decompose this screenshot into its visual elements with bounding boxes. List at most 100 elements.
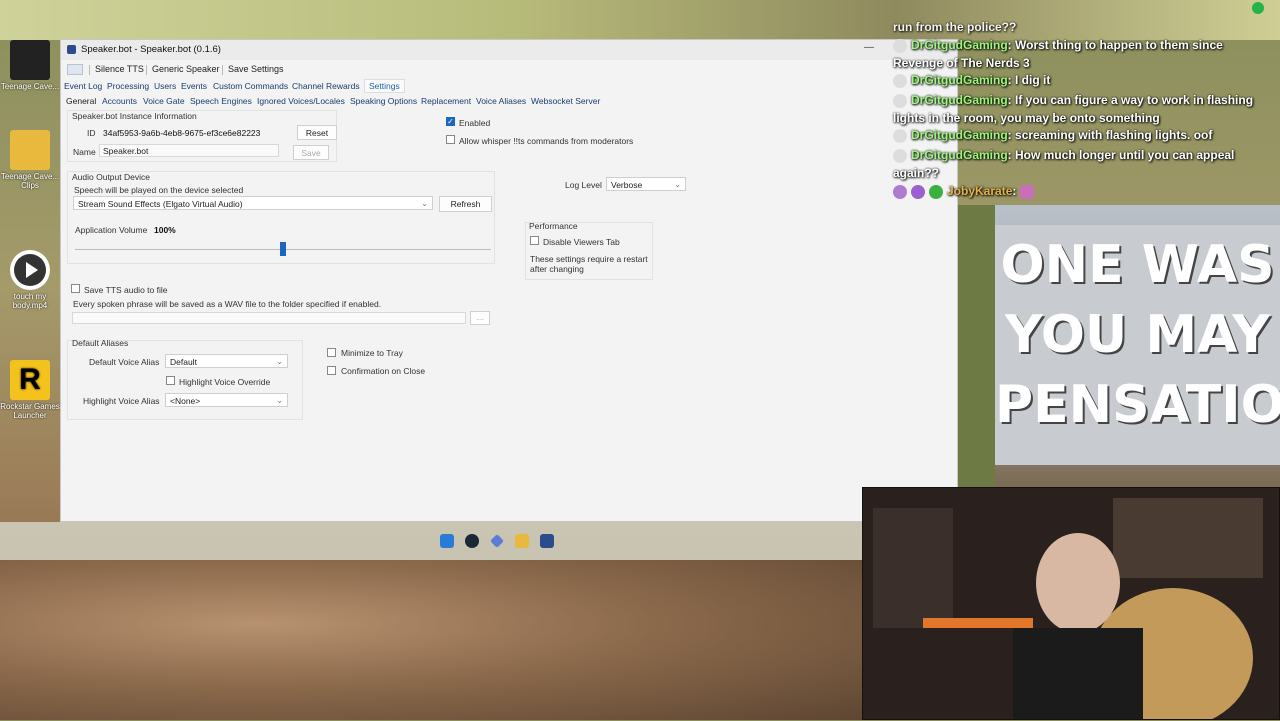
chat-username: DrGitgudGaming — [911, 93, 1008, 107]
chat-message: DrGitgudGaming: If you can figure a way … — [893, 93, 1254, 125]
disable-viewers-label: Disable Viewers Tab — [543, 237, 620, 247]
generic-speaker-button[interactable]: Generic Speaker — [152, 64, 220, 74]
audio-device-value: Stream Sound Effects (Elgato Virtual Aud… — [78, 199, 243, 209]
speakerbot-taskbar-icon[interactable] — [540, 534, 554, 548]
folder-icon — [10, 130, 50, 170]
start-icon[interactable] — [440, 534, 454, 548]
audio-device-select[interactable]: Stream Sound Effects (Elgato Virtual Aud… — [73, 196, 433, 210]
id-label: ID — [87, 128, 96, 138]
minimize-tray-label: Minimize to Tray — [341, 348, 403, 358]
save-tts-label: Save TTS audio to file — [84, 285, 168, 295]
save-tts-checkbox[interactable] — [71, 284, 80, 293]
log-level-label: Log Level — [565, 180, 602, 190]
tab-channel-rewards[interactable]: Channel Rewards — [292, 81, 360, 91]
save-tts-folder-input[interactable] — [72, 312, 466, 324]
performance-note: These settings require a restart after c… — [530, 254, 648, 274]
highlight-alias-label: Highlight Voice Alias — [83, 396, 160, 406]
highlight-override-checkbox[interactable] — [166, 376, 175, 385]
subtab-websocket-server[interactable]: Websocket Server — [531, 96, 600, 106]
billboard-line: YOU MAY — [1004, 305, 1270, 365]
browse-button[interactable]: ... — [470, 311, 490, 325]
billboard-line: ONE WAS — [1000, 235, 1275, 295]
mod-badge-icon — [929, 184, 943, 199]
audio-output-description: Speech will be played on the device sele… — [74, 185, 244, 195]
speakerbot-icon — [67, 45, 76, 54]
desktop-icon-mp4[interactable]: touch my body.mp4 — [0, 250, 60, 310]
menu-icon[interactable] — [67, 64, 83, 75]
toolbar: Silence TTS Generic Speaker Save Setting… — [61, 61, 957, 77]
confirm-close-checkbox[interactable] — [327, 366, 336, 375]
tab-custom-commands[interactable]: Custom Commands — [213, 81, 288, 91]
toolbar-divider — [222, 65, 223, 75]
scene-strip — [957, 205, 995, 487]
refresh-button[interactable]: Refresh — [439, 196, 492, 212]
speakerbot-window: Speaker.bot - Speaker.bot (0.1.6) — Sile… — [60, 39, 958, 522]
window-title: Speaker.bot - Speaker.bot (0.1.6) — [81, 44, 221, 55]
highlight-override-label: Highlight Voice Override — [179, 377, 271, 387]
billboard-line: PENSATION — [995, 375, 1280, 435]
video-thumbnail-icon — [10, 40, 50, 80]
chat-username: DrGitgudGaming — [911, 38, 1008, 52]
chat-message: DrGitgudGaming: I dig it — [893, 72, 1273, 90]
desktop-icon-folder[interactable]: Teenage Cave... Clips — [0, 130, 60, 190]
default-voice-select[interactable]: Default ⌄ — [165, 354, 288, 368]
chat-text: screaming with flashing lights. oof — [1015, 128, 1213, 142]
reset-button[interactable]: Reset — [297, 125, 337, 140]
volume-value: 100% — [154, 225, 176, 235]
play-icon — [10, 250, 50, 290]
steam-icon[interactable] — [465, 534, 479, 548]
tab-processing[interactable]: Processing — [107, 81, 149, 91]
user-badge-icon — [893, 93, 907, 108]
subtab-speech-engines[interactable]: Speech Engines — [190, 96, 252, 106]
user-badge-icon — [893, 184, 907, 199]
id-value: 34af5953-9a6b-4eb8-9675-ef3ce6e82223 — [103, 128, 261, 138]
name-input[interactable]: Speaker.bot — [99, 144, 279, 157]
default-voice-label: Default Voice Alias — [89, 357, 160, 367]
file-explorer-icon[interactable] — [515, 534, 529, 548]
chat-message: DrGitgudGaming: Worst thing to happen to… — [893, 38, 1223, 70]
allow-whisper-label: Allow whisper !!ts commands from moderat… — [459, 136, 634, 146]
chevron-down-icon: ⌄ — [276, 357, 283, 366]
save-settings-button[interactable]: Save Settings — [228, 64, 284, 74]
highlight-alias-select[interactable]: <None> ⌄ — [165, 393, 288, 407]
desktop-icon-label: Teenage Cave... Clips — [0, 172, 60, 190]
chat-partial-line: run from the police?? — [893, 20, 1017, 34]
default-aliases-heading: Default Aliases — [72, 338, 129, 348]
desktop-icon-label: Teenage Cave... — [0, 82, 60, 91]
enabled-checkbox[interactable]: ✓ — [446, 117, 455, 126]
default-voice-value: Default — [170, 357, 197, 367]
user-badge-icon — [893, 148, 907, 163]
tab-users[interactable]: Users — [154, 81, 176, 91]
save-button[interactable]: Save — [293, 145, 329, 160]
toolbar-divider — [146, 65, 147, 75]
disable-viewers-checkbox[interactable] — [530, 236, 539, 245]
chat-message: DrGitgudGaming: screaming with flashing … — [893, 127, 1273, 145]
subtab-speaking-options[interactable]: Speaking Options — [350, 96, 417, 106]
volume-slider-thumb[interactable] — [280, 242, 286, 256]
desktop-icon-video[interactable]: Teenage Cave... — [0, 40, 60, 91]
tab-events[interactable]: Events — [181, 81, 207, 91]
instance-info-heading: Speaker.bot Instance Information — [72, 111, 197, 121]
minimize-tray-checkbox[interactable] — [327, 348, 336, 357]
save-tts-description: Every spoken phrase will be saved as a W… — [73, 299, 382, 309]
desktop-icon-rockstar[interactable]: R Rockstar Games Launcher — [0, 360, 60, 420]
allow-whisper-checkbox[interactable] — [446, 135, 455, 144]
recording-indicator-icon — [1252, 2, 1264, 14]
subtab-ignored-voices[interactable]: Ignored Voices/Locales — [257, 96, 345, 106]
chat-username: JobyKarate — [947, 184, 1013, 198]
chevron-down-icon: ⌄ — [276, 396, 283, 405]
log-level-select[interactable]: Verbose ⌄ — [606, 177, 686, 191]
subtab-general[interactable]: General — [66, 96, 96, 106]
webcam-feed — [862, 487, 1280, 721]
subtab-replacement[interactable]: Replacement — [421, 96, 471, 106]
subtab-accounts[interactable]: Accounts — [102, 96, 137, 106]
minimize-button[interactable]: — — [861, 42, 877, 56]
subtab-voice-aliases[interactable]: Voice Aliases — [476, 96, 526, 106]
log-level-value: Verbose — [611, 180, 643, 190]
tab-settings[interactable]: Settings — [364, 79, 405, 93]
tab-event-log[interactable]: Event Log — [64, 81, 102, 91]
billboard-scene: ONE WAS YOU MAY PENSATION — [995, 205, 1280, 487]
silence-tts-button[interactable]: Silence TTS — [95, 64, 144, 74]
chevron-down-icon: ⌄ — [421, 199, 428, 208]
subtab-voice-gate[interactable]: Voice Gate — [143, 96, 185, 106]
